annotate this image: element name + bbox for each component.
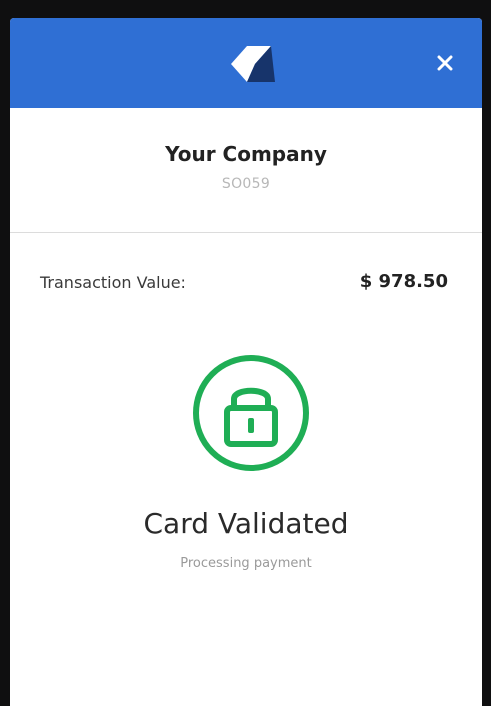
lock-icon	[191, 353, 311, 473]
status-title: Card Validated	[143, 507, 349, 540]
status-subtitle: Processing payment	[180, 556, 312, 571]
payment-dialog: Your Company SO059 Transaction Value: $ …	[10, 18, 482, 706]
payment-content: Transaction Value: $ 978.50 Card Validat…	[10, 233, 482, 705]
dialog-header	[10, 18, 482, 108]
order-number: SO059	[221, 176, 271, 192]
company-name: Your Company	[165, 142, 327, 166]
transaction-value: $ 978.50	[359, 271, 448, 292]
close-icon	[437, 55, 453, 71]
payment-logo-icon	[229, 46, 275, 82]
close-button[interactable]	[430, 48, 460, 78]
transaction-value-label: Transaction Value:	[40, 273, 186, 292]
company-info: Your Company SO059	[10, 108, 482, 233]
